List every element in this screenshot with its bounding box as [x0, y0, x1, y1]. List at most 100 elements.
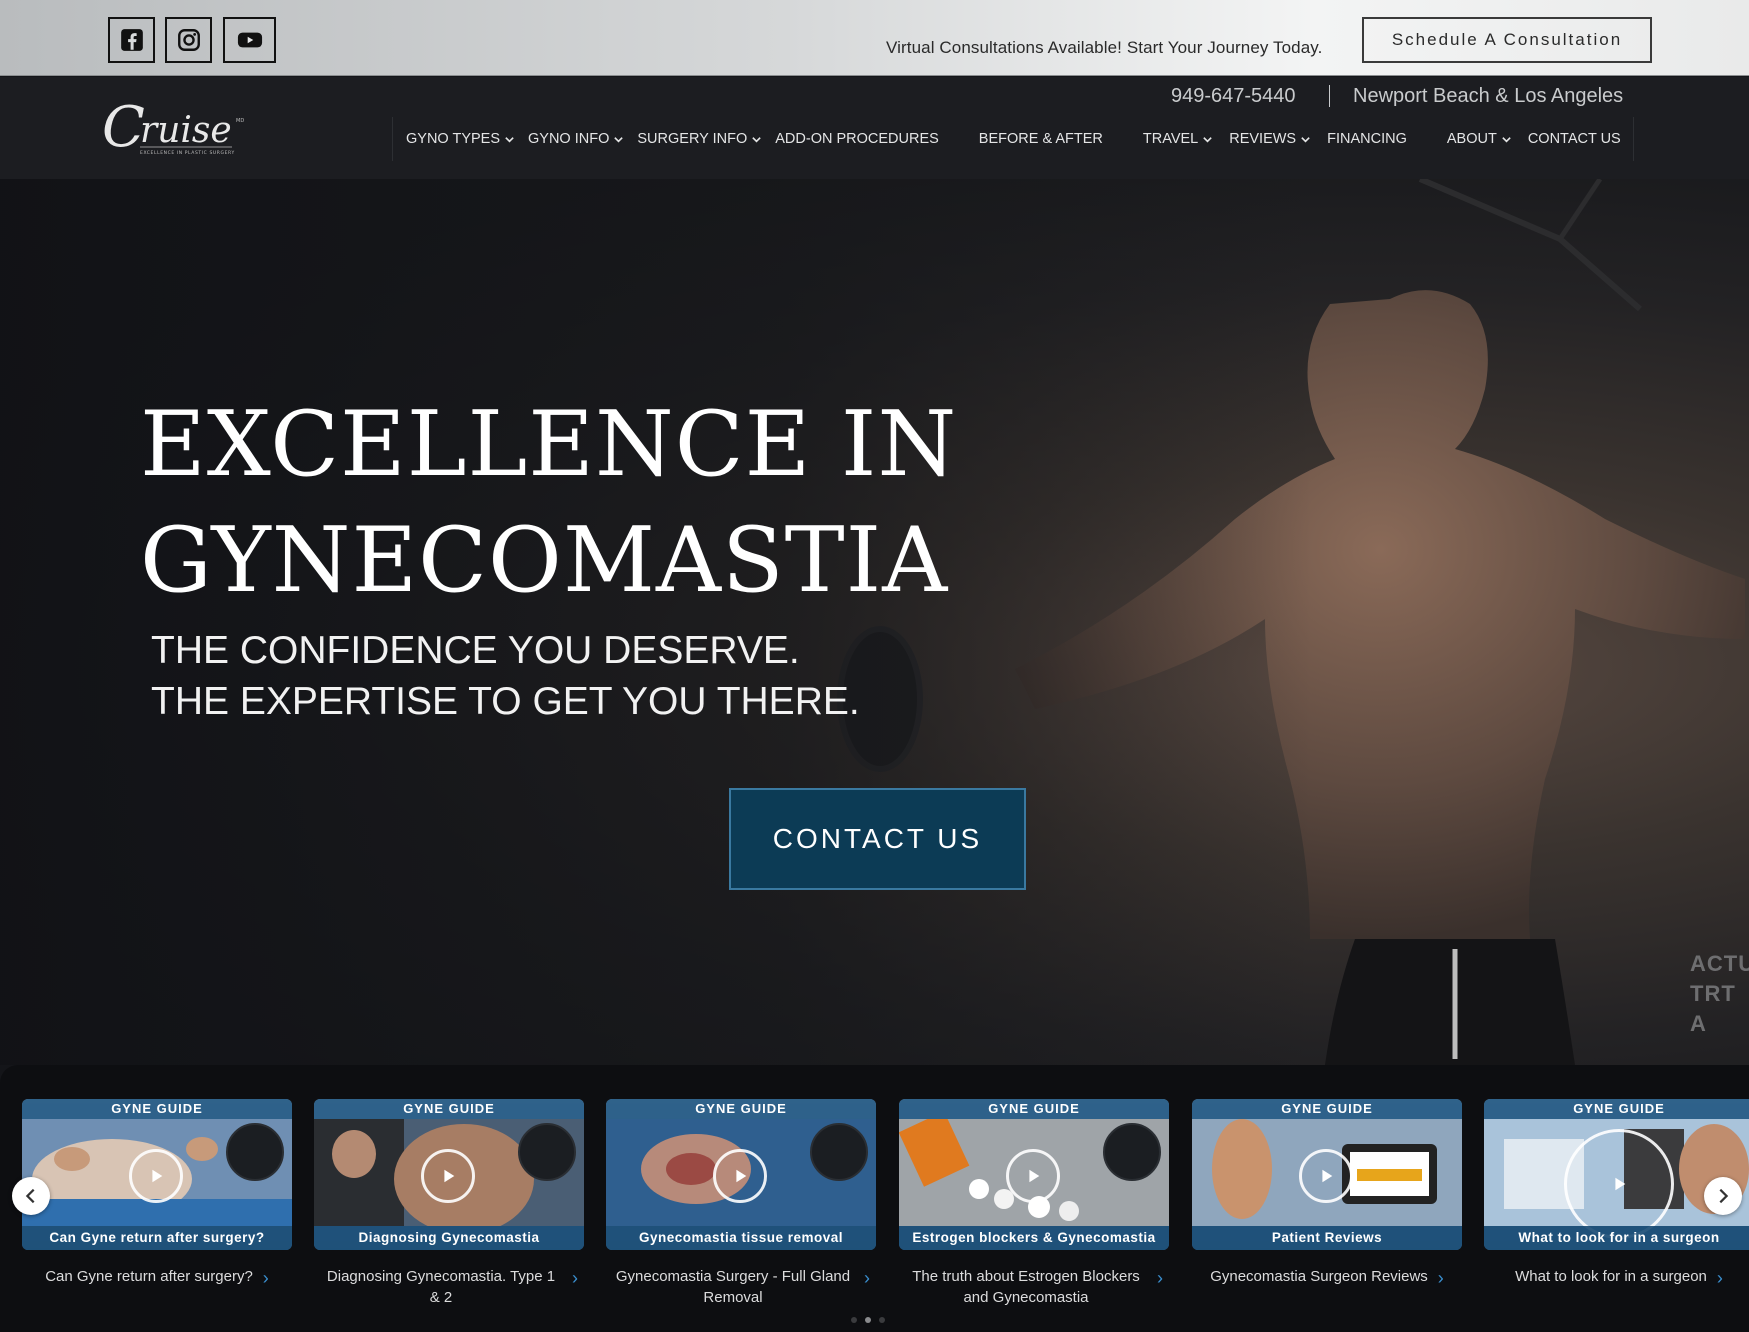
main-menu: GYNO TYPES GYNO INFO SURGERY INFO ADD-ON…	[392, 117, 1634, 161]
nav-item-contact-us[interactable]: CONTACT US	[1528, 131, 1621, 147]
play-icon[interactable]	[1564, 1129, 1674, 1239]
video-band-label: GYNE GUIDE	[1484, 1099, 1749, 1119]
video-thumbnail[interactable]: GYNE GUIDE Diagnosing Gynecomastia	[314, 1099, 584, 1250]
video-carousel: GYNE GUIDE Can Gyne return after surgery…	[0, 1065, 1749, 1332]
carousel-dot[interactable]	[851, 1317, 857, 1323]
chevron-left-icon	[25, 1188, 35, 1204]
video-overlay-title: What to look for in a surgeon	[1484, 1226, 1749, 1250]
chevron-down-icon	[1301, 136, 1310, 143]
nav-label: FINANCING	[1327, 131, 1407, 147]
video-overlay-title: Gynecomastia tissue removal	[606, 1226, 876, 1250]
chevron-down-icon	[1203, 136, 1212, 143]
nav-item-about[interactable]: ABOUT	[1447, 131, 1512, 147]
video-caption[interactable]: Diagnosing Gynecomastia. Type 1 & 2 ›	[314, 1266, 584, 1308]
video-thumbnail[interactable]: GYNE GUIDE What to look for in a surgeon	[1484, 1099, 1749, 1250]
nav-item-before-after[interactable]: BEFORE & AFTER	[979, 131, 1103, 147]
carousel-dot[interactable]	[879, 1317, 885, 1323]
video-caption[interactable]: The truth about Estrogen Blockers and Gy…	[899, 1266, 1169, 1308]
facebook-icon[interactable]	[108, 17, 155, 63]
youtube-icon[interactable]	[223, 17, 276, 63]
svg-text:MD: MD	[236, 118, 244, 124]
play-icon[interactable]	[1299, 1149, 1353, 1203]
nav-item-gyno-types[interactable]: GYNO TYPES	[406, 131, 515, 147]
hero-section: EXCELLENCE IN GYNECOMASTIA THE CONFIDENC…	[0, 179, 1749, 1065]
carousel-next-button[interactable]	[1704, 1177, 1742, 1215]
doctor-avatar	[226, 1123, 284, 1181]
nav-item-add-on-procedures[interactable]: ADD-ON PROCEDURES	[775, 131, 939, 147]
video-card[interactable]: GYNE GUIDE Can Gyne return after surgery…	[22, 1099, 292, 1288]
video-card[interactable]: GYNE GUIDE Gynecomastia tissue removal G…	[606, 1099, 876, 1308]
video-band-label: GYNE GUIDE	[606, 1099, 876, 1119]
chevron-down-icon	[505, 136, 514, 143]
video-overlay-title: Estrogen blockers & Gynecomastia	[899, 1226, 1169, 1250]
doctor-avatar	[518, 1123, 576, 1181]
chevron-down-icon	[1502, 136, 1511, 143]
video-caption-text: Diagnosing Gynecomastia. Type 1 & 2	[326, 1268, 556, 1306]
contact-us-button[interactable]: CONTACT US	[729, 788, 1026, 890]
svg-text:C: C	[102, 95, 145, 160]
video-caption-text: Gynecomastia Surgeon Reviews	[1210, 1268, 1428, 1285]
play-icon[interactable]	[713, 1149, 767, 1203]
hero-title: EXCELLENCE IN GYNECOMASTIA	[140, 387, 957, 619]
instagram-icon[interactable]	[165, 17, 212, 63]
cruise-logo[interactable]: C ruise EXCELLENCE IN PLASTIC SURGERY MD	[100, 92, 250, 160]
video-card[interactable]: GYNE GUIDE Patient Reviews Gynecomastia …	[1192, 1099, 1462, 1288]
phone-number-link[interactable]: 949-647-5440	[1171, 85, 1296, 108]
nav-label: REVIEWS	[1229, 131, 1297, 147]
video-overlay-title: Can Gyne return after surgery?	[22, 1226, 292, 1250]
video-caption[interactable]: Gynecomastia Surgeon Reviews ›	[1192, 1266, 1462, 1288]
top-utility-bar: Virtual Consultations Available! Start Y…	[0, 0, 1749, 76]
svg-text:ruise: ruise	[140, 110, 232, 151]
chevron-right-icon: ›	[864, 1268, 870, 1288]
video-card[interactable]: GYNE GUIDE Diagnosing Gynecomastia Diagn…	[314, 1099, 584, 1308]
video-thumbnail[interactable]: GYNE GUIDE Gynecomastia tissue removal	[606, 1099, 876, 1250]
chevron-right-icon: ›	[572, 1268, 578, 1288]
doctor-avatar	[1103, 1123, 1161, 1181]
nav-item-financing[interactable]: FINANCING	[1327, 131, 1407, 147]
svg-text:EXCELLENCE IN PLASTIC SURGERY: EXCELLENCE IN PLASTIC SURGERY	[140, 150, 235, 156]
nav-item-reviews[interactable]: REVIEWS	[1229, 131, 1311, 147]
location-text: Newport Beach & Los Angeles	[1353, 85, 1624, 107]
chevron-down-icon	[614, 136, 624, 143]
side-promo-line: ACTU	[1690, 951, 1749, 976]
nav-label: GYNO INFO	[528, 131, 610, 147]
video-thumbnail[interactable]: GYNE GUIDE Can Gyne return after surgery…	[22, 1099, 292, 1250]
video-caption[interactable]: What to look for in a surgeon ›	[1484, 1266, 1749, 1288]
video-overlay-title: Patient Reviews	[1192, 1226, 1462, 1250]
video-band-label: GYNE GUIDE	[314, 1099, 584, 1119]
virtual-consultation-text: Virtual Consultations Available! Start Y…	[886, 38, 1323, 57]
video-caption[interactable]: Gynecomastia Surgery - Full Gland Remova…	[606, 1266, 876, 1308]
chevron-right-icon: ›	[1157, 1268, 1163, 1288]
hero-title-line: EXCELLENCE IN	[140, 392, 958, 497]
header-divider	[1329, 85, 1330, 107]
video-caption[interactable]: Can Gyne return after surgery? ›	[22, 1266, 292, 1288]
hero-subtitle: THE CONFIDENCE YOU DESERVE. THE EXPERTIS…	[151, 625, 860, 727]
play-icon[interactable]	[421, 1149, 475, 1203]
carousel-dot-active[interactable]	[865, 1317, 871, 1323]
play-icon[interactable]	[1006, 1149, 1060, 1203]
carousel-prev-button[interactable]	[12, 1177, 50, 1215]
nav-item-surgery-info[interactable]: SURGERY INFO	[637, 131, 762, 147]
video-card[interactable]: GYNE GUIDE Estrogen blockers & Gynecomas…	[899, 1099, 1169, 1308]
video-thumbnail[interactable]: GYNE GUIDE Patient Reviews	[1192, 1099, 1462, 1250]
chevron-down-icon	[752, 136, 762, 143]
schedule-consultation-button[interactable]: Schedule A Consultation	[1362, 17, 1652, 63]
main-navbar: C ruise EXCELLENCE IN PLASTIC SURGERY MD…	[0, 77, 1749, 179]
hero-subtitle-line: THE CONFIDENCE YOU DESERVE.	[151, 629, 800, 672]
nav-label: SURGERY INFO	[637, 131, 748, 147]
chevron-right-icon: ›	[1716, 1268, 1723, 1288]
nav-item-travel[interactable]: TRAVEL	[1143, 131, 1213, 147]
chevron-right-icon	[1719, 1188, 1729, 1204]
side-promo-line: TRT A	[1690, 981, 1736, 1036]
play-icon[interactable]	[129, 1149, 183, 1203]
side-promo-text[interactable]: ACTU TRT A	[1690, 949, 1749, 1039]
nav-label: GYNO TYPES	[406, 131, 501, 147]
video-thumbnail[interactable]: GYNE GUIDE Estrogen blockers & Gynecomas…	[899, 1099, 1169, 1250]
nav-label: TRAVEL	[1142, 131, 1199, 147]
video-caption-text: What to look for in a surgeon	[1515, 1268, 1707, 1285]
chevron-right-icon: ›	[1437, 1268, 1444, 1288]
nav-item-gyno-info[interactable]: GYNO INFO	[528, 131, 624, 147]
carousel-pagination	[851, 1317, 885, 1323]
video-band-label: GYNE GUIDE	[22, 1099, 292, 1119]
video-overlay-title: Diagnosing Gynecomastia	[314, 1226, 584, 1250]
